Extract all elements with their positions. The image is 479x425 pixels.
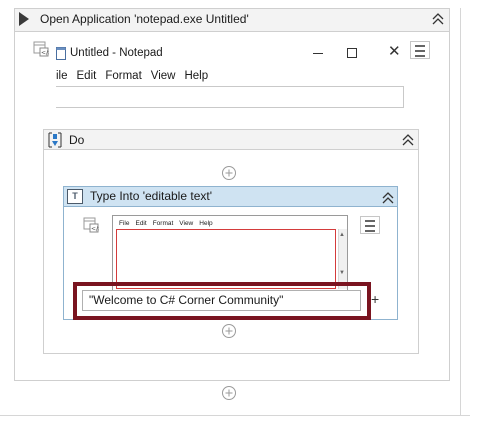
hamburger-menu-icon[interactable] <box>360 216 380 234</box>
minimize-icon[interactable] <box>313 53 323 54</box>
hamburger-menu-icon[interactable] <box>410 41 430 59</box>
type-into-title: Type Into 'editable text' <box>90 189 212 203</box>
notepad-text-area <box>56 86 404 108</box>
thumb-menu-help: Help <box>199 220 213 227</box>
indicate-on-screen-icon[interactable]: </> <box>33 41 49 57</box>
svg-text:</>: </> <box>91 226 99 233</box>
do-sequence-header[interactable] <box>43 129 419 150</box>
thumb-menu-view: View <box>179 220 194 227</box>
thumbnail-menubar: File Edit Format View Help <box>119 220 219 227</box>
notepad-icon <box>56 47 66 60</box>
maximize-icon[interactable] <box>347 48 357 58</box>
scrollbar[interactable] <box>460 8 470 416</box>
type-into-icon: T <box>67 189 83 204</box>
add-icon[interactable]: + <box>371 292 381 306</box>
add-activity-icon[interactable] <box>221 165 237 181</box>
do-sequence-title: Do <box>69 133 85 147</box>
text-input[interactable]: "Welcome to C# Corner Community" <box>82 290 361 311</box>
thumb-menu-file: File <box>119 220 130 227</box>
thumb-menu-edit: Edit <box>135 220 147 227</box>
sequence-icon <box>48 132 62 148</box>
close-icon[interactable]: ✕ <box>388 44 401 60</box>
divider <box>0 415 470 416</box>
indicate-on-screen-icon[interactable]: </> <box>83 217 99 233</box>
notepad-menubar: ile Edit Format View Help <box>56 70 217 82</box>
menu-file[interactable]: ile <box>56 70 68 82</box>
menu-format[interactable]: Format <box>105 70 141 82</box>
thumbnail-scrollbar <box>338 229 347 289</box>
thumb-menu-format: Format <box>152 220 174 227</box>
scroll-up-icon: ▲ <box>339 232 345 238</box>
menu-view[interactable]: View <box>151 70 176 82</box>
play-icon[interactable] <box>19 12 29 26</box>
add-activity-icon[interactable] <box>221 385 237 401</box>
scroll-down-icon: ▼ <box>339 270 345 276</box>
menu-help[interactable]: Help <box>184 70 208 82</box>
collapse-icon[interactable] <box>430 10 446 28</box>
selected-element-outline <box>116 229 336 289</box>
open-application-title: Open Application 'notepad.exe Untitled' <box>40 12 249 26</box>
svg-text:</>: </> <box>41 50 49 57</box>
menu-edit[interactable]: Edit <box>77 70 97 82</box>
collapse-icon[interactable] <box>380 189 396 207</box>
collapse-icon[interactable] <box>400 131 416 149</box>
add-activity-icon[interactable] <box>221 323 237 339</box>
notepad-window-title: Untitled - Notepad <box>70 47 163 59</box>
